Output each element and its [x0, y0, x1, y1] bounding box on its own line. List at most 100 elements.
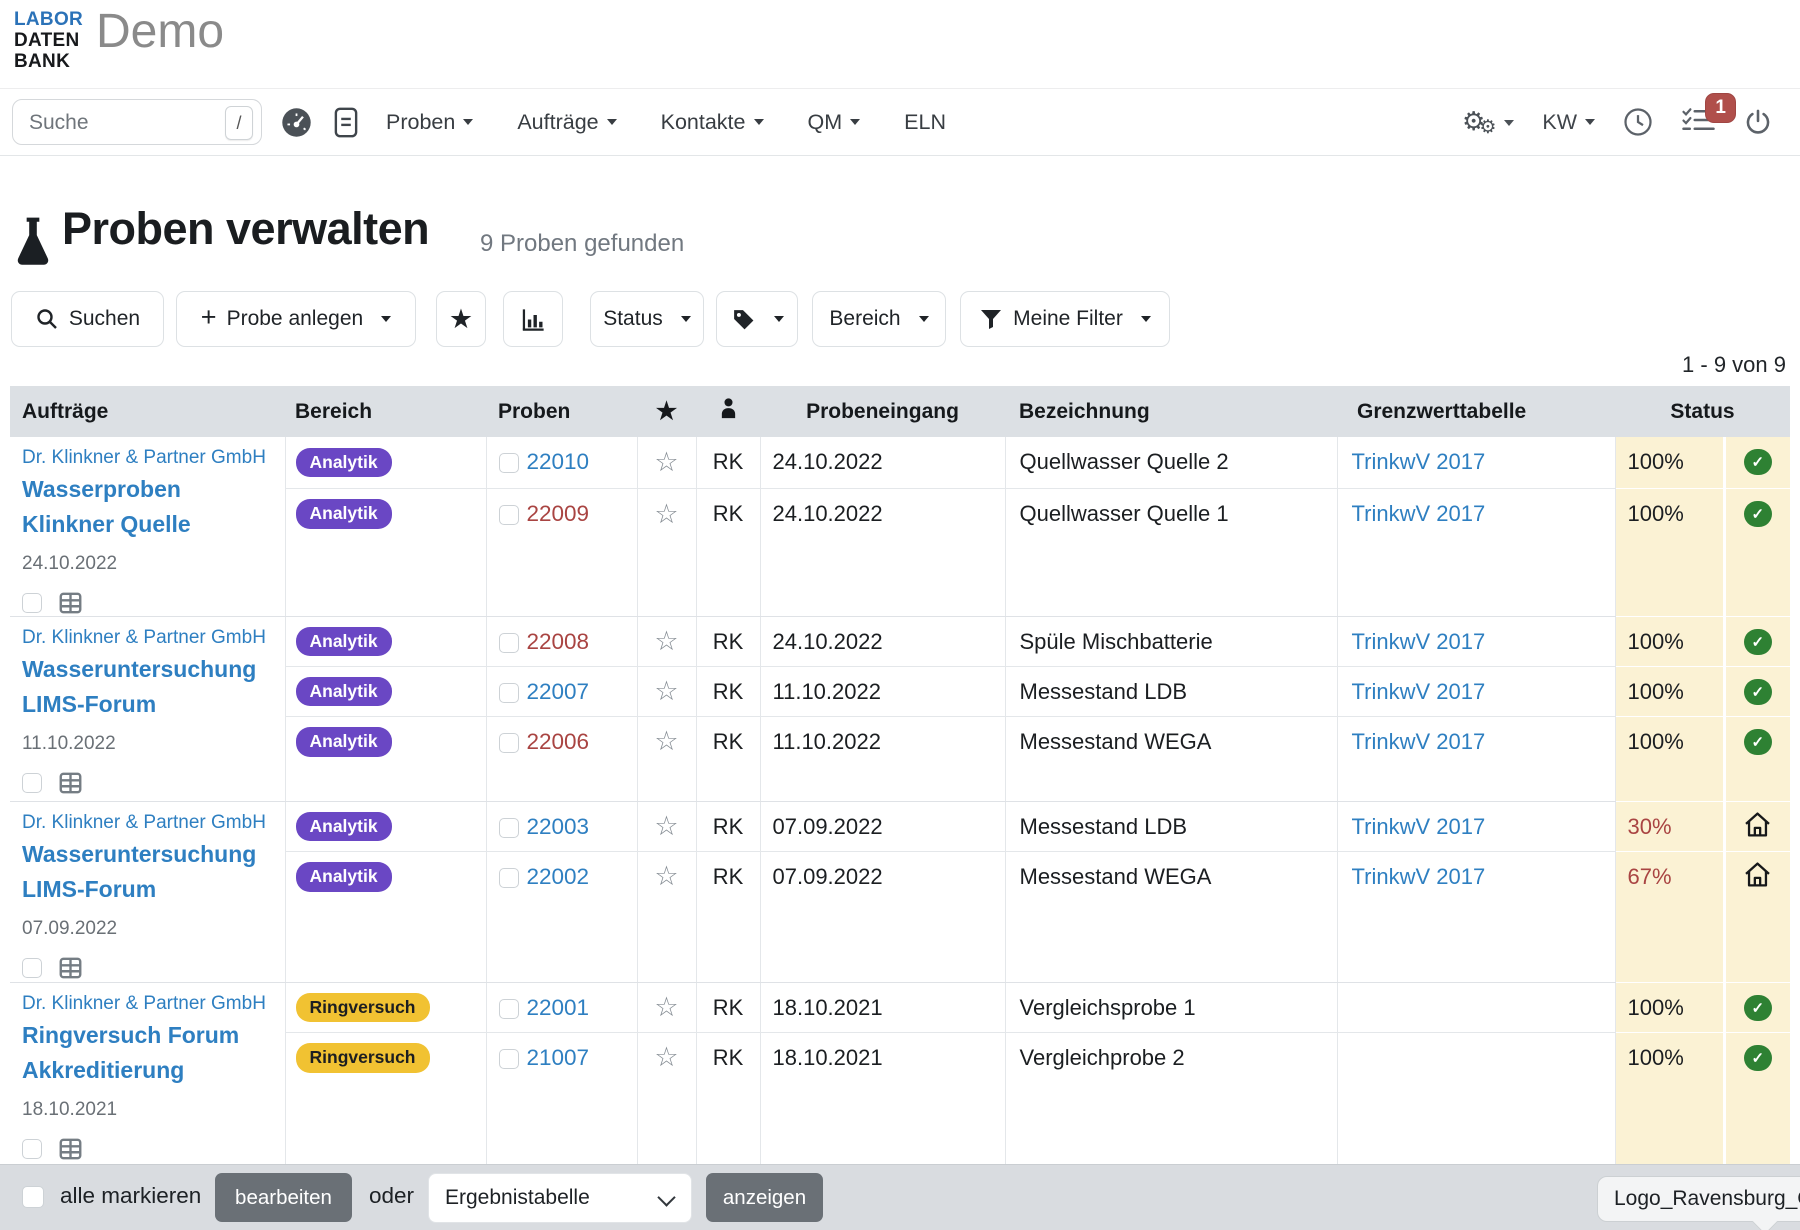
gear-icon: ⚙ — [1479, 118, 1496, 137]
grenzwert-link[interactable]: TrinkwV 2017 — [1352, 814, 1486, 839]
result-table-icon[interactable] — [57, 590, 84, 616]
status-icon-cell — [1724, 852, 1790, 902]
order-company-link[interactable]: Dr. Klinkner & Partner GmbH — [22, 993, 277, 1015]
result-table-icon[interactable] — [57, 1136, 84, 1162]
grenzwert-link[interactable]: TrinkwV 2017 — [1352, 629, 1486, 654]
favorite-star-icon[interactable]: ☆ — [654, 626, 678, 656]
status-percent-cell: 100% — [1615, 717, 1724, 767]
bereich-filter-button[interactable]: Bereich — [812, 291, 946, 347]
settings-gears-icon[interactable]: ⚙⚙ — [1462, 108, 1514, 137]
order-controls — [22, 590, 277, 616]
grenzwert-link[interactable]: TrinkwV 2017 — [1352, 449, 1486, 474]
nav-menu-kontakte[interactable]: Kontakte — [661, 110, 764, 135]
sample-number-link[interactable]: 22008 — [527, 629, 590, 654]
order-name-link[interactable]: LIMS-Forum — [22, 687, 277, 722]
sample-number-link[interactable]: 22006 — [527, 729, 590, 754]
favorite-star-icon[interactable]: ☆ — [654, 447, 678, 477]
dashboard-gauge-icon[interactable] — [281, 89, 312, 155]
result-table-icon[interactable] — [57, 955, 84, 981]
bereich-badge: Analytik — [296, 627, 392, 657]
suchen-button[interactable]: Suchen — [11, 291, 164, 347]
favorite-star-icon[interactable]: ☆ — [654, 676, 678, 706]
sample-number-link[interactable]: 22010 — [527, 449, 590, 474]
result-table-icon[interactable] — [57, 770, 84, 796]
favorite-star-icon[interactable]: ☆ — [654, 499, 678, 529]
probe-anlegen-button[interactable]: + Probe anlegen — [176, 291, 416, 347]
bar-chart-icon — [520, 306, 547, 333]
grenzwert-cell — [1337, 983, 1615, 1033]
order-name-link[interactable]: Wasseruntersuchung — [22, 652, 277, 687]
favorite-star-icon[interactable]: ☆ — [654, 861, 678, 891]
select-all-label: alle markieren — [60, 1183, 201, 1209]
sample-checkbox[interactable] — [499, 999, 519, 1019]
sample-number-link[interactable]: 22002 — [527, 864, 590, 889]
logout-power-icon[interactable] — [1744, 107, 1772, 137]
col-header-probeneingang: Probeneingang — [760, 386, 1005, 437]
col-header-user — [696, 386, 760, 437]
footer-action-bar: alle markieren bearbeiten oder Ergebnist… — [0, 1164, 1800, 1230]
sample-number-link[interactable]: 22007 — [527, 679, 590, 704]
order-company-link[interactable]: Dr. Klinkner & Partner GmbH — [22, 447, 277, 469]
grenzwert-link[interactable]: TrinkwV 2017 — [1352, 729, 1486, 754]
bereich-cell: Analytik — [285, 667, 486, 717]
nav-menu-eln[interactable]: ELN — [904, 110, 946, 135]
chevron-down-icon — [774, 316, 784, 322]
document-icon[interactable] — [334, 89, 358, 155]
sample-checkbox[interactable] — [499, 733, 519, 753]
labordatenbank-logo[interactable]: LABOR DATEN BANK — [14, 9, 83, 72]
favorite-star-icon[interactable]: ☆ — [654, 1042, 678, 1072]
proben-cell: 22003 — [486, 802, 637, 852]
user-menu[interactable]: KW — [1542, 110, 1595, 135]
select-all-checkbox[interactable] — [22, 1186, 44, 1208]
chart-button[interactable] — [503, 291, 563, 347]
sample-checkbox[interactable] — [499, 818, 519, 838]
order-name-link[interactable]: LIMS-Forum — [22, 872, 277, 907]
col-header-bereich: Bereich — [285, 386, 486, 437]
sample-checkbox[interactable] — [499, 633, 519, 653]
user-initials-cell: RK — [696, 717, 760, 767]
nav-menu-proben[interactable]: Proben — [386, 110, 473, 135]
order-checkbox[interactable] — [22, 773, 42, 793]
col-header-status: Status — [1615, 386, 1790, 437]
order-checkbox[interactable] — [22, 1139, 42, 1159]
person-icon — [718, 397, 739, 420]
order-company-link[interactable]: Dr. Klinkner & Partner GmbH — [22, 627, 277, 649]
task-list-icon[interactable]: 1 — [1681, 105, 1716, 140]
order-company-link[interactable]: Dr. Klinkner & Partner GmbH — [22, 812, 277, 834]
sample-checkbox[interactable] — [499, 453, 519, 473]
bearbeiten-button[interactable]: bearbeiten — [215, 1173, 352, 1222]
grenzwert-link[interactable]: TrinkwV 2017 — [1352, 501, 1486, 526]
sample-number-link[interactable]: 21007 — [527, 1045, 590, 1070]
search-input[interactable] — [27, 110, 201, 136]
order-checkbox[interactable] — [22, 958, 42, 978]
result-view-select[interactable]: Ergebnistabelle — [428, 1173, 692, 1223]
sample-number-link[interactable]: 22001 — [527, 995, 590, 1020]
grenzwert-link[interactable]: TrinkwV 2017 — [1352, 864, 1486, 889]
sample-checkbox[interactable] — [499, 1049, 519, 1069]
favorite-star-icon[interactable]: ☆ — [654, 992, 678, 1022]
grenzwert-link[interactable]: TrinkwV 2017 — [1352, 679, 1486, 704]
favorites-button[interactable]: ★ — [436, 291, 486, 347]
sample-checkbox[interactable] — [499, 683, 519, 703]
sample-number-link[interactable]: 22009 — [527, 501, 590, 526]
bereich-cell: Analytik — [285, 437, 486, 488]
nav-menu-qm[interactable]: QM — [808, 110, 861, 135]
order-name-link[interactable]: Wasserproben — [22, 472, 277, 507]
sample-checkbox[interactable] — [499, 868, 519, 888]
order-name-link[interactable]: Wasseruntersuchung — [22, 837, 277, 872]
favorite-star-icon[interactable]: ☆ — [654, 811, 678, 841]
nav-menu-aufträge[interactable]: Aufträge — [517, 110, 616, 135]
sample-number-link[interactable]: 22003 — [527, 814, 590, 839]
tag-filter-button[interactable] — [716, 291, 798, 347]
sample-checkbox[interactable] — [499, 505, 519, 525]
bereich-badge: Analytik — [296, 499, 392, 529]
history-clock-icon[interactable] — [1623, 107, 1653, 137]
status-filter-button[interactable]: Status — [590, 291, 704, 347]
order-name-link[interactable]: Akkreditierung — [22, 1053, 277, 1088]
favorite-star-icon[interactable]: ☆ — [654, 726, 678, 756]
anzeigen-button[interactable]: anzeigen — [706, 1173, 823, 1222]
order-checkbox[interactable] — [22, 593, 42, 613]
order-name-link[interactable]: Klinkner Quelle — [22, 507, 277, 542]
meine-filter-button[interactable]: Meine Filter — [960, 291, 1170, 347]
order-name-link[interactable]: Ringversuch Forum — [22, 1018, 277, 1053]
